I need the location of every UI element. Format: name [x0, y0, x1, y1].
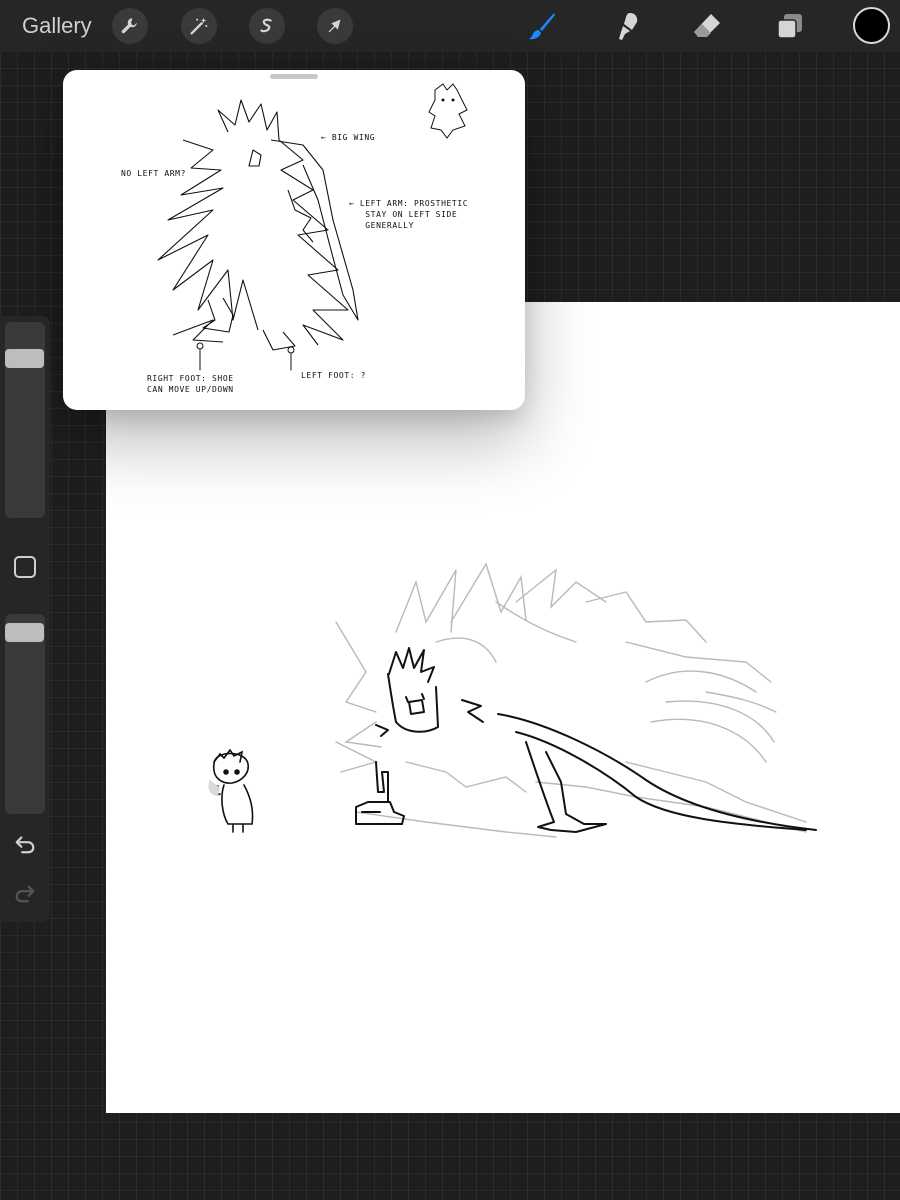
wrench-icon — [121, 18, 137, 34]
top-toolbar: Gallery — [0, 0, 900, 52]
magic-wand-icon — [190, 17, 208, 35]
layers-icon — [777, 14, 802, 39]
note-left-arm-prosthetic: ← LEFT ARM: PROSTHETIC STAY ON LEFT SIDE… — [349, 199, 469, 230]
brush-size-thumb[interactable] — [5, 348, 44, 368]
modify-button[interactable] — [14, 556, 36, 578]
undo-button[interactable] — [11, 830, 39, 858]
reference-window[interactable]: ← BIG WING NO LEFT ARM? ← LEFT ARM: PROS… — [63, 70, 525, 410]
chibi-character — [212, 748, 254, 833]
transform-arrow-icon — [328, 19, 341, 33]
drawing-canvas[interactable] — [106, 302, 900, 1113]
smudge-tool-button[interactable] — [608, 8, 644, 44]
color-picker-button[interactable] — [853, 7, 890, 44]
brush-tool-button[interactable] — [524, 8, 560, 44]
reference-pointer-lines — [196, 342, 295, 371]
monster-linework — [355, 647, 817, 833]
layers-button[interactable] — [772, 8, 808, 44]
transform-button[interactable] — [317, 8, 353, 44]
reference-small-creature — [428, 83, 468, 139]
eraser-icon — [694, 14, 720, 37]
actions-button[interactable] — [112, 8, 148, 44]
gallery-button[interactable]: Gallery — [22, 12, 92, 40]
brush-icon — [529, 13, 555, 40]
selection-icon — [260, 18, 272, 33]
opacity-thumb[interactable] — [5, 623, 44, 643]
selection-button[interactable] — [249, 8, 285, 44]
opacity-slider[interactable] — [5, 614, 45, 814]
canvas-sketch — [208, 562, 817, 838]
eraser-tool-button[interactable] — [689, 8, 725, 44]
chibi-shadow — [208, 780, 220, 796]
note-no-left-arm: NO LEFT ARM? — [121, 169, 186, 178]
left-sidebar — [0, 316, 50, 922]
redo-icon — [15, 885, 35, 903]
reference-sketch — [157, 83, 468, 371]
note-left-foot: LEFT FOOT: ? — [301, 371, 366, 380]
smudge-icon — [619, 13, 638, 40]
note-right-foot: RIGHT FOOT: SHOE CAN MOVE UP/DOWN — [147, 374, 234, 394]
undo-icon — [15, 836, 35, 854]
note-big-wing: ← BIG WING — [321, 133, 376, 142]
adjustments-button[interactable] — [181, 8, 217, 44]
redo-button[interactable] — [11, 879, 39, 907]
